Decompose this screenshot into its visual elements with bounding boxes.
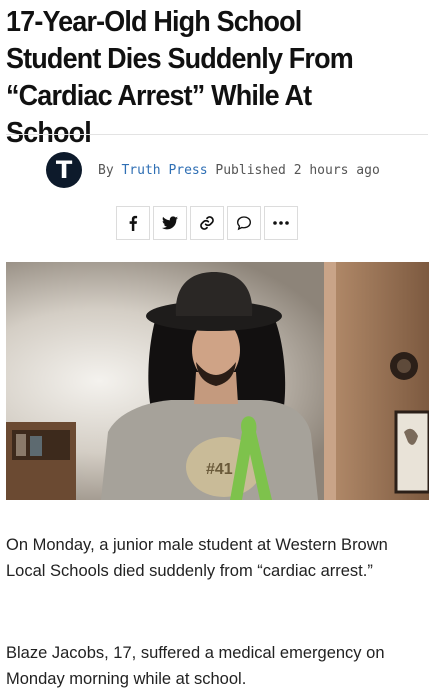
article-page: 17-Year-Old High School Student Dies Sud…	[0, 0, 434, 696]
wall-picture	[394, 410, 429, 494]
article-meta: T By Truth Press Published 2 hours ago	[0, 152, 434, 192]
share-bar	[116, 206, 298, 240]
door-frame	[324, 262, 336, 500]
comment-button[interactable]	[227, 206, 261, 240]
twitter-share-button[interactable]	[153, 206, 187, 240]
byline: By Truth Press Published 2 hours ago	[98, 163, 380, 178]
article-headline: 17-Year-Old High School Student Dies Sud…	[6, 6, 354, 149]
byline-prefix: By	[98, 163, 114, 178]
facebook-icon	[129, 215, 138, 231]
article-paragraph: On Monday, a junior male student at West…	[6, 536, 388, 580]
more-share-button[interactable]	[264, 206, 298, 240]
copy-link-button[interactable]	[190, 206, 224, 240]
article-paragraph: Blaze Jacobs, 17, suffered a medical eme…	[6, 644, 385, 688]
author-avatar[interactable]: T	[46, 152, 82, 188]
published-label: Published	[215, 163, 286, 178]
author-link[interactable]: Truth Press	[121, 163, 207, 178]
published-time: 2 hours ago	[293, 163, 380, 178]
link-icon	[200, 216, 214, 230]
header-divider	[6, 134, 428, 135]
comment-icon	[236, 216, 252, 231]
twitter-icon	[162, 216, 178, 230]
article-photo: #41	[6, 262, 429, 500]
more-icon	[273, 221, 289, 225]
shirt-number: #41	[206, 461, 233, 478]
facebook-share-button[interactable]	[116, 206, 150, 240]
